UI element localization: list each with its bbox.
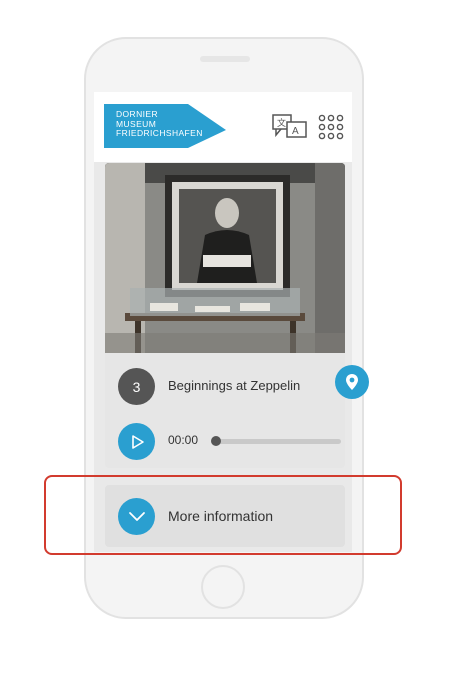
highlight-box (44, 475, 402, 555)
play-button[interactable] (118, 423, 155, 460)
phone-speaker (200, 56, 250, 62)
play-icon (131, 434, 144, 449)
phone-home-button (201, 565, 245, 609)
map-pin-icon[interactable] (335, 365, 369, 399)
logo-text: DORNIER MUSEUM FRIEDRICHSHAFEN (116, 109, 203, 138)
app-grid-icon[interactable] (318, 114, 344, 145)
audio-progress-knob[interactable] (211, 436, 221, 446)
stop-number-badge: 3 (118, 368, 155, 405)
app-header: DORNIER MUSEUM FRIEDRICHSHAFEN 文 A (94, 92, 352, 162)
svg-text:A: A (292, 126, 299, 137)
museum-logo[interactable]: DORNIER MUSEUM FRIEDRICHSHAFEN (104, 102, 226, 155)
stop-title[interactable]: Beginnings at Zeppelin (168, 378, 300, 393)
translate-icon[interactable]: 文 A (272, 114, 308, 145)
exhibit-photo (105, 163, 345, 353)
playback-time: 00:00 (168, 433, 199, 447)
audio-progress-slider[interactable] (211, 436, 341, 446)
tour-stop-card: 3 Beginnings at Zeppelin 00:00 (105, 163, 369, 468)
svg-text:文: 文 (277, 117, 286, 129)
